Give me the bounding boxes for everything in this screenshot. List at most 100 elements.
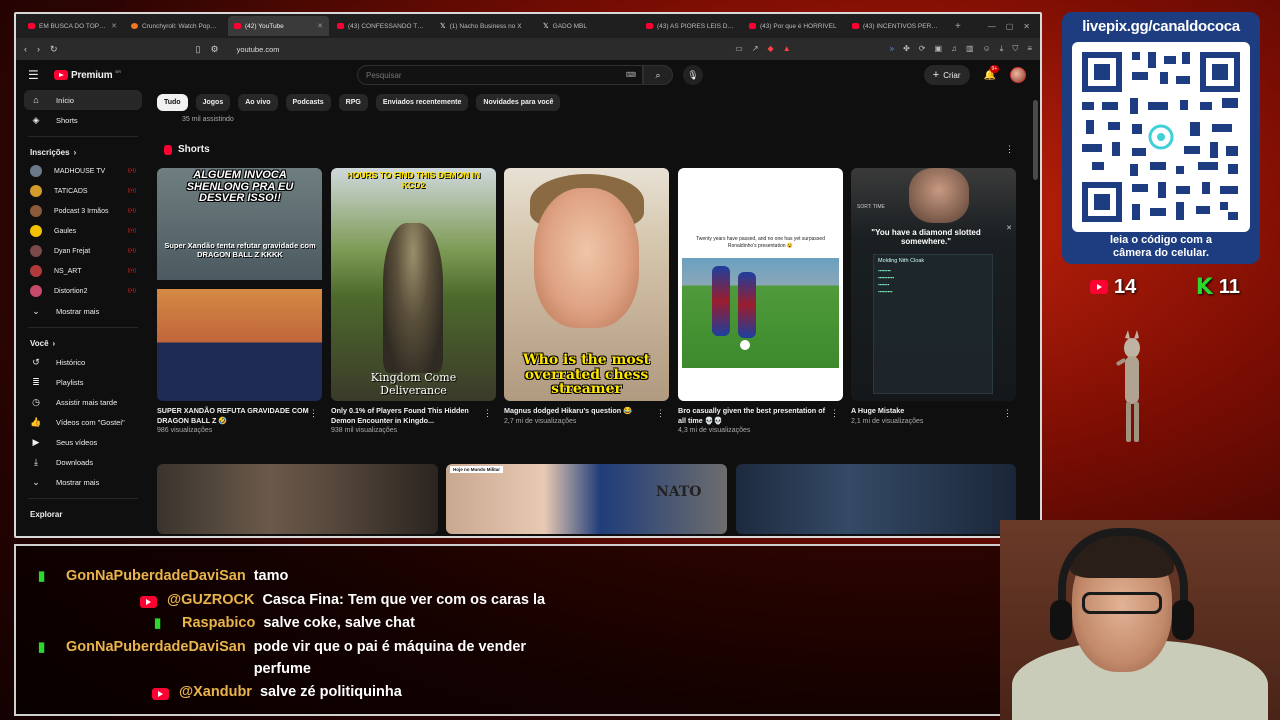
create-button[interactable]: + Criar [923, 65, 970, 85]
sidebar-toggle-icon[interactable]: ▥ [966, 44, 974, 54]
notifications-button[interactable]: 🔔 9+ [984, 64, 1000, 81]
sidebar-sub-3[interactable]: Gaules ((•)) [24, 221, 142, 241]
short-title[interactable]: A Huge Mistake [851, 406, 1016, 416]
extension-icon[interactable]: » [890, 44, 894, 54]
sidebar-item-home[interactable]: ⌂ Início [24, 90, 142, 110]
site-info-icon[interactable]: ⚙ [211, 44, 219, 55]
sidebar-item-shorts[interactable]: ◈ Shorts [24, 110, 142, 130]
short-title[interactable]: Only 0.1% of Players Found This Hidden D… [331, 406, 496, 425]
chip-new-for-you[interactable]: Novidades para você [476, 94, 561, 111]
music-icon[interactable]: ♫ [951, 44, 957, 54]
short-title[interactable]: SUPER XANDÃO REFUTA GRAVIDADE COM DRAGON… [157, 406, 322, 425]
subs-show-more[interactable]: ⌄ Mostrar mais [24, 301, 142, 321]
short-card[interactable]: HOURS TO FIND THIS DEMON IN KCD2 Kingdom… [331, 168, 496, 434]
short-views: 4,3 mi de visualizações [678, 427, 751, 435]
hamburger-menu-icon[interactable]: ☰ [28, 68, 48, 82]
tab-close-icon[interactable]: ✕ [111, 22, 117, 30]
search-input[interactable] [366, 70, 606, 80]
close-icon[interactable]: ✕ [1006, 224, 1012, 232]
short-card[interactable]: ALGUEM INVOCA SHENLONG PRA EU DESVER ISS… [157, 168, 322, 434]
youtube-logo[interactable]: Premium BR [54, 69, 121, 81]
more-options-icon[interactable]: ⋮ [1003, 408, 1012, 419]
sidebar-sub-6[interactable]: Distortion2 ((•)) [24, 281, 142, 301]
more-options-icon[interactable]: ⋮ [483, 408, 492, 419]
you-show-more[interactable]: ⌄ Mostrar mais [24, 472, 142, 492]
tab-1[interactable]: Crunchyroll: Watch Popular [125, 16, 226, 36]
video-thumbnail[interactable]: Hoje no Mundo Militar NATO [446, 464, 727, 534]
avatar[interactable] [1010, 67, 1026, 83]
tab-7[interactable]: (43) Por que é HORRÍVEL [743, 16, 844, 36]
sidebar-item-history[interactable]: ↺ Histórico [24, 352, 142, 372]
short-card[interactable]: Twenty years have passed, and no one has… [678, 168, 843, 434]
tab-5[interactable]: 𝕏 GADO MBL [537, 16, 638, 36]
rewards-icon[interactable]: ▲ [783, 44, 791, 54]
wallet-icon[interactable]: ▣ [934, 44, 942, 54]
share-icon[interactable]: ↗ [752, 44, 759, 54]
sidebar-sub-5[interactable]: NS_ART ((•)) [24, 261, 142, 281]
short-thumbnail[interactable]: SORT: TIME "You have a diamond slotted s… [851, 168, 1016, 401]
shorts-menu-icon[interactable]: ⋮ [1005, 144, 1014, 155]
tab-2[interactable]: (42) YouTube ✕ [228, 16, 329, 36]
chip-recent[interactable]: Enviados recentemente [375, 94, 469, 111]
short-title[interactable]: Bro casually given the best presentation… [678, 406, 843, 425]
short-card[interactable]: SORT: TIME "You have a diamond slotted s… [851, 168, 1016, 425]
sidebar-sub-1[interactable]: TATICADS ((•)) [24, 181, 142, 201]
chip-rpg[interactable]: RPG [338, 94, 368, 111]
menu-icon[interactable]: ≡ [1027, 44, 1032, 54]
chip-all[interactable]: Tudo [157, 94, 188, 111]
sidebar-item-downloads[interactable]: ⤓ Downloads [24, 452, 142, 472]
keyboard-icon[interactable]: ⌨ [626, 71, 636, 79]
maximize-icon[interactable]: ▢ [1006, 22, 1014, 31]
minimize-icon[interactable]: — [988, 22, 996, 31]
more-options-icon[interactable]: ⋮ [830, 408, 839, 419]
sidebar-item-playlists[interactable]: ≣ Playlists [24, 372, 142, 392]
tab-4[interactable]: 𝕏 (1) Nacho Business no X [434, 16, 535, 36]
search-button[interactable]: ⌕ [643, 65, 673, 85]
more-options-icon[interactable]: ⋮ [656, 408, 665, 419]
bookmark-icon[interactable]: ▯ [196, 44, 201, 55]
sidebar-sub-0[interactable]: MADHOUSE TV ((•)) [24, 161, 142, 181]
sidebar-sub-2[interactable]: Podcast 3 Irmãos ((•)) [24, 201, 142, 221]
puzzle-icon[interactable]: ✤ [903, 44, 910, 54]
back-icon[interactable]: ‹ [24, 44, 27, 54]
tab-close-icon[interactable]: ✕ [317, 22, 323, 30]
forward-icon[interactable]: › [37, 44, 40, 54]
profile-icon[interactable]: ☺ [983, 44, 991, 54]
video-thumbnail[interactable] [736, 464, 1016, 534]
subscriptions-header[interactable]: Inscrições › [24, 143, 142, 161]
chip-live[interactable]: Ao vivo [238, 94, 278, 111]
video-thumbnail[interactable] [157, 464, 438, 534]
sync-icon[interactable]: ⟳ [919, 44, 926, 54]
shield-icon[interactable]: ⛉ [1012, 44, 1018, 54]
header-right: + Criar 🔔 9+ [923, 64, 1026, 85]
short-thumbnail[interactable]: Twenty years have passed, and no one has… [678, 168, 843, 401]
download-icon[interactable]: ⤓ [1000, 44, 1004, 54]
new-tab-button[interactable]: + [949, 21, 967, 32]
url-text[interactable]: youtube.com [237, 45, 280, 54]
short-thumbnail[interactable]: ALGUEM INVOCA SHENLONG PRA EU DESVER ISS… [157, 168, 322, 401]
short-card[interactable]: Who is the most overrated chess streamer… [504, 168, 669, 425]
more-options-icon[interactable]: ⋮ [309, 408, 318, 419]
voice-search-button[interactable]: 🎙 [683, 65, 703, 85]
tab-8[interactable]: (43) INCENTIVOS PERVER [846, 16, 947, 36]
cast-icon[interactable]: ▭ [735, 44, 743, 54]
tab-3[interactable]: (43) CONFESSANDO TOD [331, 16, 432, 36]
sidebar-item-your-videos[interactable]: ▶ Seus vídeos [24, 432, 142, 452]
reload-icon[interactable]: ↻ [50, 44, 58, 55]
close-window-icon[interactable]: ✕ [1023, 22, 1030, 31]
search-box[interactable]: ⌨ [357, 65, 643, 85]
sidebar-item-label: Seus vídeos [56, 437, 98, 447]
chip-podcasts[interactable]: Podcasts [285, 94, 331, 111]
sidebar-sub-4[interactable]: Dyan Frejat ((•)) [24, 241, 142, 261]
tab-0[interactable]: EM BUSCA DO TOP 1 DO ✕ [22, 16, 123, 36]
short-thumbnail[interactable]: HOURS TO FIND THIS DEMON IN KCD2 Kingdom… [331, 168, 496, 401]
scrollbar[interactable] [1033, 100, 1038, 180]
sidebar-item-watch-later[interactable]: ◷ Assistir mais tarde [24, 392, 142, 412]
short-thumbnail[interactable]: Who is the most overrated chess streamer [504, 168, 669, 401]
tab-6[interactable]: (43) AS PIORES LEIS DO B [640, 16, 741, 36]
sidebar-item-liked[interactable]: 👍 Vídeos com "Gostei" [24, 412, 142, 432]
short-title[interactable]: Magnus dodged Hikaru's question 😂 [504, 406, 669, 416]
chip-games[interactable]: Jogos [195, 94, 231, 111]
you-header[interactable]: Você › [24, 334, 142, 352]
brave-shield-icon[interactable]: ◆ [768, 44, 774, 54]
